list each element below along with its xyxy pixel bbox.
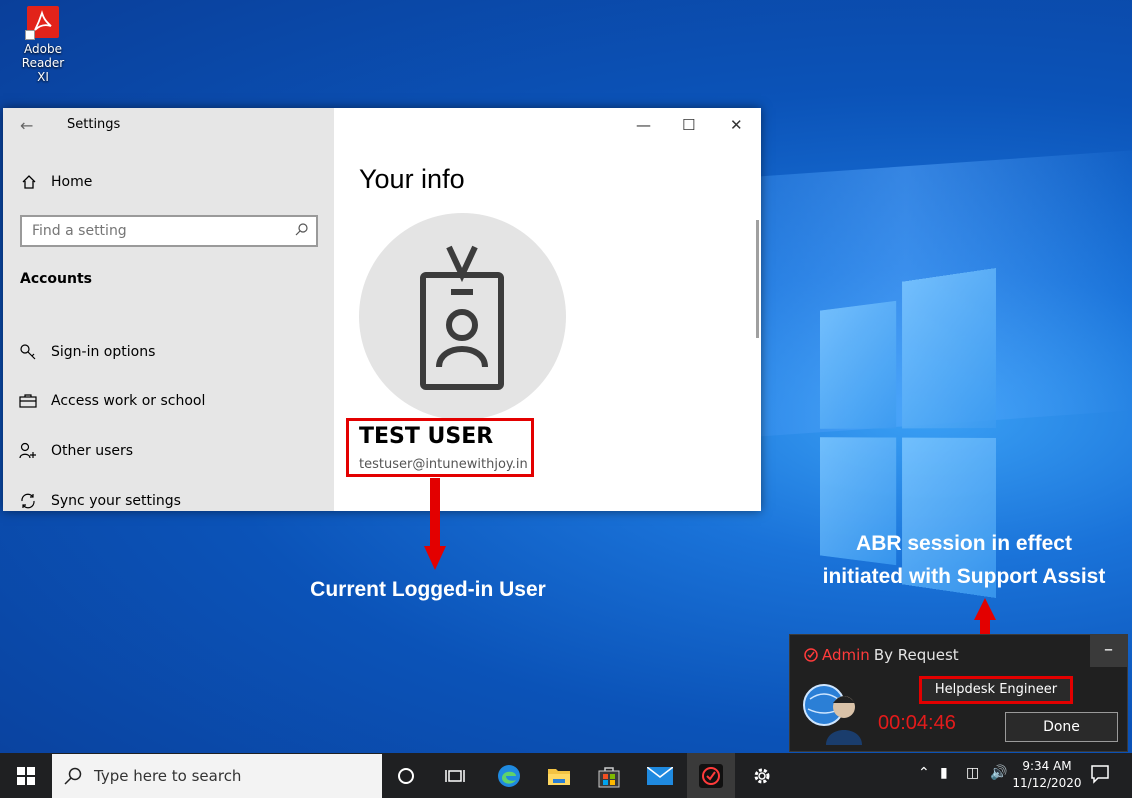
section-heading: Accounts bbox=[20, 271, 92, 287]
folder-icon bbox=[547, 766, 571, 786]
minimize-icon[interactable]: — bbox=[636, 116, 651, 134]
taskbar-edge[interactable] bbox=[485, 753, 533, 798]
adobe-reader-icon bbox=[27, 6, 59, 38]
abr-brand-prefix: Admin bbox=[822, 646, 870, 664]
abr-session-timer: 00:04:46 bbox=[878, 712, 956, 735]
desktop-icon-label-line2: XI bbox=[2, 70, 84, 84]
abr-check-icon bbox=[804, 648, 818, 662]
search-icon bbox=[64, 767, 82, 785]
nav-item-label: Sign-in options bbox=[51, 344, 155, 360]
notification-center-icon[interactable] bbox=[1090, 764, 1110, 788]
close-icon[interactable]: ✕ bbox=[730, 116, 743, 134]
taskbar-admin-by-request[interactable] bbox=[687, 753, 735, 798]
scrollbar[interactable] bbox=[756, 220, 759, 338]
nav-item-other-users[interactable]: Other users bbox=[19, 442, 133, 460]
maximize-icon[interactable]: ☐ bbox=[682, 116, 695, 134]
mail-icon bbox=[647, 767, 673, 785]
abr-role-label: Helpdesk Engineer bbox=[919, 676, 1073, 704]
nav-item-label: Sync your settings bbox=[51, 493, 181, 509]
abr-app-icon bbox=[699, 764, 723, 788]
annotation-abr-line2: initiated with Support Assist bbox=[800, 565, 1128, 589]
id-badge-icon bbox=[417, 245, 507, 391]
store-bag-icon bbox=[597, 764, 621, 788]
nav-item-sign-in-options[interactable]: Sign-in options bbox=[19, 343, 155, 361]
task-view-button[interactable] bbox=[431, 753, 479, 798]
user-avatar[interactable] bbox=[359, 213, 566, 420]
start-button[interactable] bbox=[0, 753, 52, 798]
clock-time: 9:34 AM bbox=[1012, 758, 1082, 775]
taskbar-store[interactable] bbox=[585, 753, 633, 798]
cortana-icon bbox=[397, 767, 415, 785]
window-title: Settings bbox=[67, 117, 120, 132]
clock-date: 11/12/2020 bbox=[1012, 775, 1082, 792]
settings-window: ← Settings Home Accounts Sign-in options… bbox=[3, 108, 761, 511]
add-person-icon bbox=[19, 442, 37, 460]
edge-icon bbox=[497, 764, 521, 788]
task-view-cortana-button[interactable] bbox=[382, 753, 430, 798]
find-setting-input[interactable] bbox=[20, 215, 318, 247]
sync-icon bbox=[19, 492, 37, 510]
taskbar-search[interactable]: Type here to search bbox=[52, 754, 382, 798]
support-agent-icon bbox=[802, 681, 866, 745]
settings-nav-pane: ← Settings Home Accounts Sign-in options… bbox=[3, 108, 334, 511]
shortcut-arrow-icon bbox=[25, 30, 35, 40]
nav-home-label: Home bbox=[51, 174, 92, 190]
abr-done-button[interactable]: Done bbox=[1005, 712, 1118, 742]
volume-icon[interactable]: 🔊 bbox=[990, 765, 1007, 781]
nav-item-access-work[interactable]: Access work or school bbox=[19, 393, 205, 409]
nav-item-label: Other users bbox=[51, 443, 133, 459]
page-title: Your info bbox=[359, 164, 465, 195]
briefcase-icon bbox=[19, 393, 37, 409]
task-view-icon bbox=[445, 768, 465, 784]
home-icon bbox=[21, 174, 37, 190]
search-icon bbox=[295, 222, 309, 236]
abr-minimize-button[interactable]: – bbox=[1090, 635, 1127, 667]
user-email: testuser@intunewithjoy.in bbox=[359, 457, 528, 472]
desktop-icon-label: Adobe Reader bbox=[2, 42, 84, 70]
network-icon[interactable]: ◫ bbox=[966, 765, 979, 781]
taskbar-search-placeholder: Type here to search bbox=[94, 767, 241, 785]
nav-item-label: Access work or school bbox=[51, 393, 205, 409]
battery-icon[interactable]: ▮ bbox=[940, 765, 948, 781]
annotation-abr-line1: ABR session in effect bbox=[800, 532, 1128, 556]
username: TEST USER bbox=[359, 424, 493, 449]
nav-item-sync-settings[interactable]: Sync your settings bbox=[19, 492, 181, 510]
taskbar-settings[interactable] bbox=[738, 753, 786, 798]
taskbar-clock[interactable]: 9:34 AM 11/12/2020 bbox=[1012, 758, 1082, 792]
back-arrow-icon[interactable]: ← bbox=[20, 116, 33, 135]
gear-icon bbox=[751, 765, 773, 787]
taskbar-file-explorer[interactable] bbox=[535, 753, 583, 798]
admin-by-request-popup: Admin By Request – Helpdesk Engineer 00:… bbox=[789, 634, 1128, 752]
desktop-icon-adobe-reader[interactable]: Adobe Reader XI bbox=[2, 6, 84, 84]
annotation-logged-in-user: Current Logged-in User bbox=[290, 578, 566, 602]
settings-content-pane: — ☐ ✕ Your info TEST USER testuser@intun… bbox=[334, 108, 761, 511]
nav-home[interactable]: Home bbox=[21, 174, 92, 190]
taskbar-mail[interactable] bbox=[636, 753, 684, 798]
taskbar: Type here to search ⌃ ▮ ◫ 🔊 9:34 AM 11/1… bbox=[0, 753, 1132, 798]
abr-brand-suffix: By Request bbox=[874, 646, 959, 664]
tray-chevron-up-icon[interactable]: ⌃ bbox=[918, 765, 930, 781]
annotation-arrow-down-icon bbox=[424, 478, 446, 570]
key-icon bbox=[19, 343, 37, 361]
abr-brand: Admin By Request bbox=[804, 646, 959, 664]
windows-start-icon bbox=[17, 767, 35, 785]
